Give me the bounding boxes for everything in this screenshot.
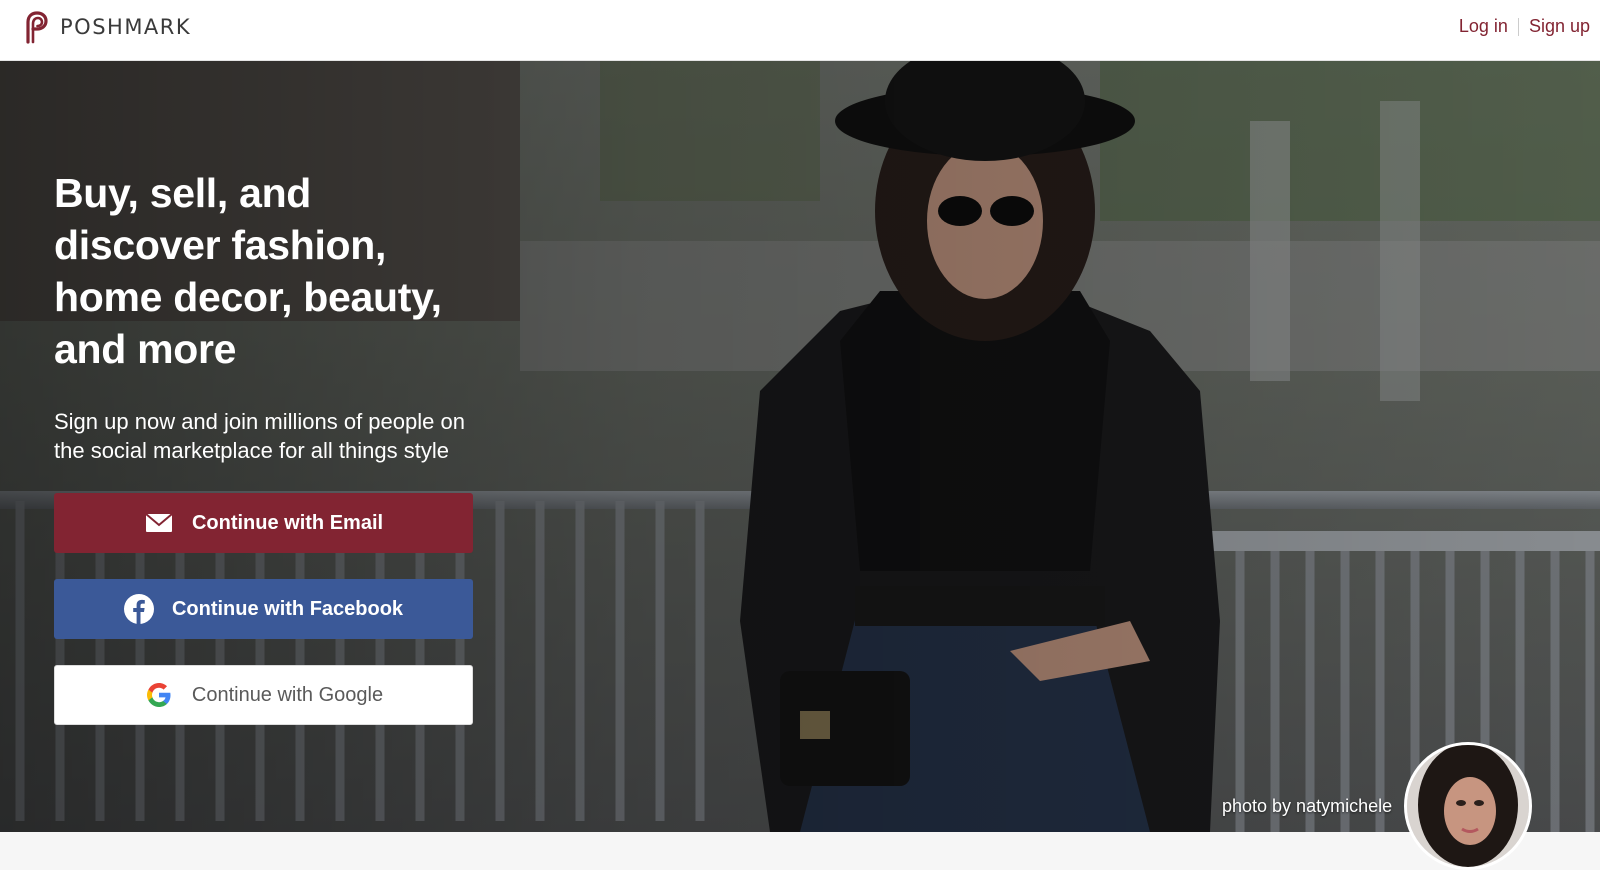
photographer-avatar[interactable] [1404,742,1532,870]
continue-with-facebook-label: Continue with Facebook [171,597,404,620]
top-header: POSHMARK Log in Sign up [0,0,1600,61]
continue-with-facebook-button[interactable]: Continue with Facebook [54,579,473,639]
auth-divider [1517,17,1519,36]
continue-with-email-button[interactable]: Continue with Email [54,493,473,553]
hero-content: Buy, sell, and discover fashion, home de… [54,167,484,725]
brand-name: POSHMARK [60,15,192,39]
signup-link[interactable]: Sign up [1529,16,1590,37]
google-icon [144,680,174,710]
envelope-icon [144,508,174,538]
continue-with-google-label: Continue with Google [191,683,384,706]
facebook-icon [123,594,154,624]
continue-with-google-button[interactable]: Continue with Google [54,665,473,725]
hero-section: Buy, sell, and discover fashion, home de… [0,61,1600,832]
poshmark-logo[interactable]: POSHMARK [22,10,191,44]
poshmark-logo-icon [26,11,48,44]
login-link[interactable]: Log in [1459,16,1508,37]
photo-credit[interactable]: photo by natymichele [1222,796,1392,817]
footer-strip [0,832,1600,870]
continue-with-email-label: Continue with Email [191,511,384,534]
auth-links: Log in Sign up [1459,16,1590,37]
hero-subtitle: Sign up now and join millions of people … [54,409,465,463]
avatar-photo [1407,745,1529,867]
hero-title: Buy, sell, and discover fashion, home de… [54,170,442,372]
